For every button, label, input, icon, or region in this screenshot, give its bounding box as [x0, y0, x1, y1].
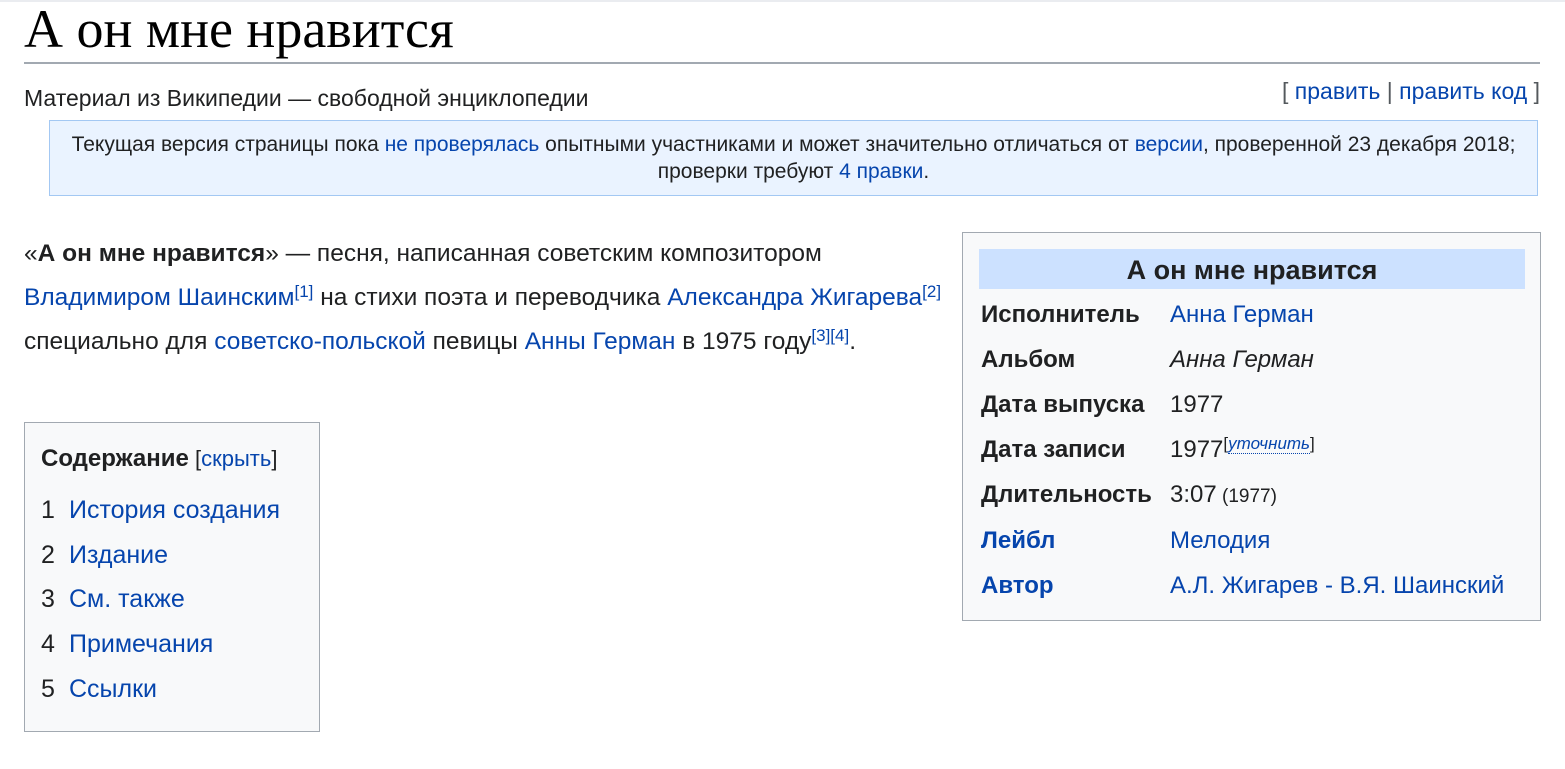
recording-date-value: 1977[уточнить] [1170, 434, 1315, 464]
toc-item-links[interactable]: 5 Ссылки [41, 674, 157, 704]
reviewed-version-link[interactable]: версии [1135, 133, 1203, 156]
infobox-label: Альбом [981, 346, 1076, 373]
edit-links-open-bracket: [ [1282, 78, 1289, 104]
page-title: А он мне нравится [24, 0, 454, 59]
performer-link[interactable]: Анна Герман [1170, 301, 1314, 329]
infobox-title: А он мне нравится [979, 249, 1525, 289]
unreviewed-notice: Текущая версия страницы пока не проверял… [49, 120, 1538, 196]
infobox-row-label: Лейбл Мелодия [981, 527, 1526, 571]
notice-text: Текущая версия страницы пока [71, 133, 385, 156]
composer-link[interactable]: Владимиром Шаинским [24, 284, 294, 311]
edit-code-link[interactable]: править код [1399, 78, 1527, 104]
clarify-close-bracket: ] [1310, 434, 1315, 453]
title-divider [24, 62, 1540, 64]
edit-links: [ править | править код ] [1282, 78, 1540, 105]
toc-hide-toggle: [скрыть] [188, 446, 278, 471]
infobox-label: Длительность [981, 481, 1152, 508]
clarify-link-text: уточнить [1228, 434, 1310, 454]
length-note: (1977) [1216, 486, 1277, 507]
toc-item-number: 2 [41, 541, 55, 569]
table-of-contents: Содержание [скрыть] 1 История создания 2И… [24, 422, 320, 732]
pending-edits-link[interactable]: 4 правки [839, 160, 923, 183]
infobox-row-author: Автор А.Л. Жигарев - В.Я. Шаинский [981, 572, 1526, 616]
lead-text: на стихи поэта и переводчика [313, 284, 668, 311]
toc-hide-close-bracket: ] [271, 446, 278, 471]
author-link[interactable]: А.Л. Жигарев - В.Я. Шаинский [1170, 572, 1504, 600]
toc-item-number: 5 [41, 675, 55, 703]
lead-text: . [849, 328, 857, 355]
poet-link[interactable]: Александра Жигарева [667, 284, 922, 311]
album-value: Анна Герман [1170, 346, 1314, 373]
infobox-label: Исполнитель [981, 301, 1140, 328]
singer-link[interactable]: Анны Герман [525, 328, 676, 355]
lead-text: специально для [24, 328, 215, 355]
reference-link[interactable]: [4] [830, 326, 849, 345]
toc-item-label[interactable]: См. также [69, 585, 185, 613]
notice-text: . [923, 160, 930, 183]
reference-link[interactable]: [2] [922, 282, 941, 301]
release-date-value: 1977 [1170, 391, 1224, 418]
edit-links-separator: | [1386, 78, 1393, 104]
infobox-row-length: Длительность 3:07 (1977) [981, 481, 1526, 525]
toc-item-number: 3 [41, 585, 55, 613]
infobox-row-album: Альбом Анна Герман [981, 346, 1526, 390]
clarify-link[interactable]: уточнить [1228, 434, 1310, 454]
lead-text: « [24, 240, 38, 267]
song-infobox: А он мне нравится Исполнитель Анна Герма… [962, 232, 1541, 621]
toc-item-label[interactable]: История создания [69, 496, 280, 524]
author-field-link[interactable]: Автор [981, 572, 1054, 600]
reference-link[interactable]: [3] [811, 326, 830, 345]
toc-hide-link[interactable]: скрыть [201, 446, 271, 471]
recording-date-text: 1977 [1170, 436, 1224, 463]
toc-hide-open-bracket: [ [188, 446, 202, 471]
length-value: 3:07 (1977) [1170, 481, 1277, 509]
site-tagline: Материал из Википедии — свободной энцикл… [24, 85, 589, 111]
toc-item-edition[interactable]: 2 Издание [41, 540, 168, 570]
lead-text: певицы [425, 328, 525, 355]
infobox-row-performer: Исполнитель Анна Герман [981, 301, 1526, 345]
toc-header: Содержание [скрыть] [41, 445, 277, 473]
toc-item-label[interactable]: Ссылки [69, 675, 157, 703]
soviet-polish-link[interactable]: советско-польской [214, 328, 426, 355]
infobox-label: Дата записи [981, 436, 1126, 463]
infobox-row-recording-date: Дата записи 1977[уточнить] [981, 434, 1526, 480]
toc-title: Содержание [41, 445, 189, 472]
toc-item-notes[interactable]: 4 Примечания [41, 629, 213, 659]
article-subject: А он мне нравится [37, 240, 266, 267]
lead-text: в 1975 году [675, 328, 812, 355]
toc-item-see-also[interactable]: 3 См. также [41, 584, 185, 614]
edit-links-close-bracket: ] [1533, 78, 1540, 104]
notice-text: опытными участниками и может значительно… [539, 133, 1135, 156]
toc-item-label[interactable]: Примечания [69, 630, 213, 658]
toc-item-number: 4 [41, 630, 55, 658]
toc-item-number: 1 [41, 496, 55, 524]
not-reviewed-link[interactable]: не проверялась [385, 133, 540, 156]
reference-link[interactable]: [1] [294, 282, 313, 301]
label-field-link[interactable]: Лейбл [981, 527, 1055, 555]
clarify-note: [уточнить] [1223, 434, 1315, 454]
lead-text: » — песня, написанная советским композит… [265, 240, 822, 267]
infobox-label: Дата выпуска [981, 391, 1145, 418]
toc-item-label[interactable]: Издание [69, 541, 168, 569]
toc-item-history[interactable]: 1 История создания [41, 495, 280, 525]
record-label-link[interactable]: Мелодия [1170, 527, 1270, 555]
length-text: 3:07 [1170, 481, 1217, 508]
infobox-row-release-date: Дата выпуска 1977 [981, 391, 1526, 435]
lead-paragraph: «А он мне нравится» — песня, написанная … [24, 232, 954, 364]
edit-link[interactable]: править [1295, 78, 1381, 104]
